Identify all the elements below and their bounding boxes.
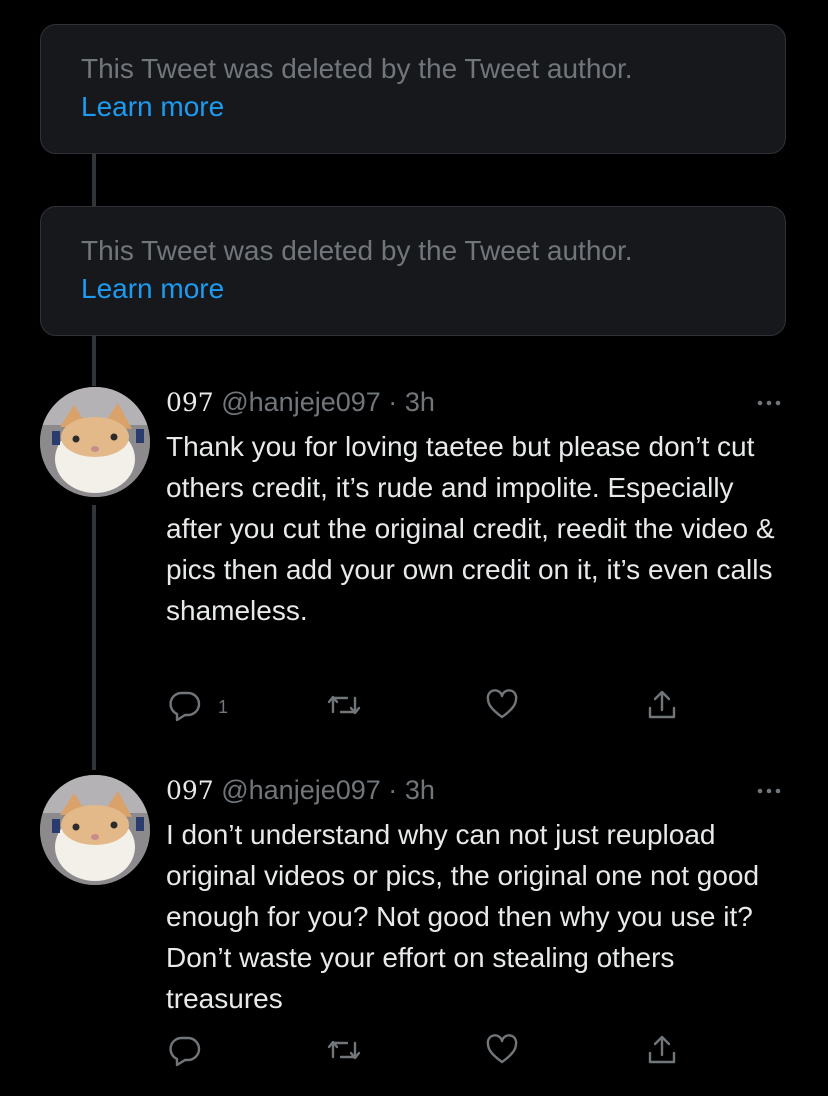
tweet-header: 097 @hanjeje097 · 3h <box>166 384 435 420</box>
reply-button[interactable] <box>168 688 202 724</box>
thread-line <box>92 336 96 386</box>
tweet-header: 097 @hanjeje097 · 3h <box>166 772 435 808</box>
user-handle[interactable]: @hanjeje097 <box>221 387 381 417</box>
share-button[interactable] <box>645 1033 679 1069</box>
learn-more-link[interactable]: Learn more <box>81 271 224 307</box>
thread-line <box>92 154 96 206</box>
tweet-time[interactable]: 3h <box>405 775 435 805</box>
cat-avatar-image <box>40 775 150 885</box>
tweet-text: Thank you for loving taetee but please d… <box>166 431 775 626</box>
retweet-button[interactable] <box>327 1033 361 1069</box>
deleted-tweet-message: This Tweet was deleted by the Tweet auth… <box>81 235 633 266</box>
share-button[interactable] <box>645 688 679 724</box>
share-icon <box>648 690 676 719</box>
deleted-tweet-message: This Tweet was deleted by the Tweet auth… <box>81 53 633 84</box>
deleted-tweet-card: This Tweet was deleted by the Tweet auth… <box>40 24 786 154</box>
deleted-tweet-card: This Tweet was deleted by the Tweet auth… <box>40 206 786 336</box>
user-handle[interactable]: @hanjeje097 <box>221 775 381 805</box>
retweet-icon <box>327 1040 361 1060</box>
reply-icon <box>169 1036 201 1067</box>
separator-dot: · <box>388 387 398 417</box>
retweet-icon <box>327 695 361 715</box>
avatar[interactable] <box>40 775 150 885</box>
more-icon[interactable] <box>752 781 786 801</box>
more-icon[interactable] <box>752 393 786 413</box>
retweet-button[interactable] <box>327 688 361 724</box>
cat-avatar-image <box>40 387 150 497</box>
avatar[interactable] <box>40 387 150 497</box>
separator-dot: · <box>388 775 398 805</box>
tweet-time[interactable]: 3h <box>405 387 435 417</box>
like-icon <box>486 689 518 719</box>
like-button[interactable] <box>485 688 519 724</box>
thread-line <box>92 505 96 770</box>
learn-more-link[interactable]: Learn more <box>81 89 224 125</box>
reply-count: 1 <box>218 697 229 717</box>
share-icon <box>648 1035 676 1064</box>
like-icon <box>486 1034 518 1064</box>
display-name[interactable]: 097 <box>166 388 214 417</box>
like-button[interactable] <box>485 1033 519 1069</box>
tweet-text: I don’t understand why can not just reup… <box>166 819 760 1014</box>
reply-button[interactable] <box>168 1033 202 1069</box>
display-name[interactable]: 097 <box>166 776 214 805</box>
reply-icon <box>169 691 201 722</box>
